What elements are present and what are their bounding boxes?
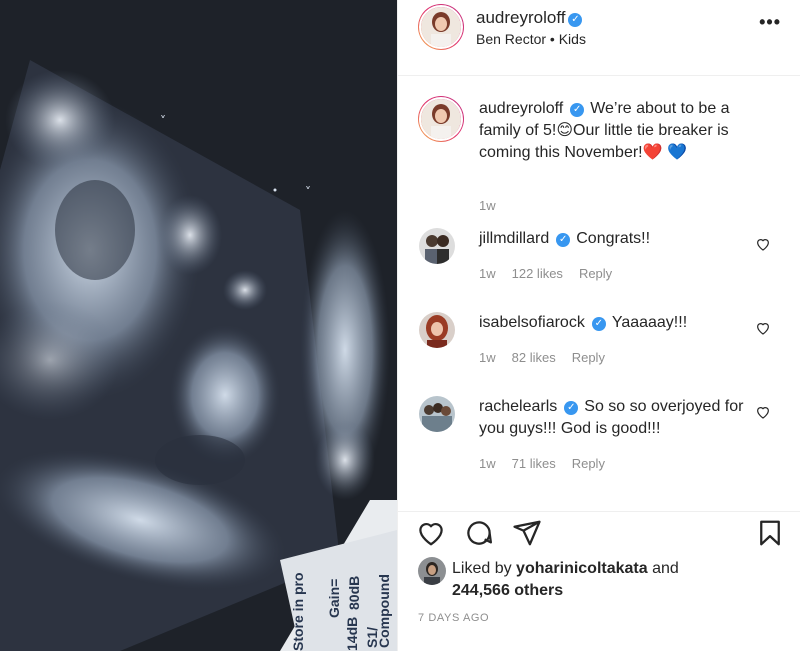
caption-author[interactable]: audreyroloff xyxy=(479,100,563,117)
post-author-username[interactable]: audreyroloff ✓ xyxy=(476,8,583,28)
comment-text: Yaaaaay!!! xyxy=(611,314,688,331)
comment-avatar[interactable] xyxy=(419,312,455,348)
comment-like-heart-icon[interactable] xyxy=(755,320,771,336)
liked-by-user[interactable]: yoharinicoltakata xyxy=(516,560,648,577)
caption-avatar-ring[interactable] xyxy=(418,96,464,142)
post-details-panel: audreyroloff ✓ Ben Rector • Kids ••• audr… xyxy=(397,0,800,651)
ultrasound-label-store: Store in pro xyxy=(290,572,306,651)
comment-author[interactable]: jillmdillard xyxy=(479,230,549,247)
comment-likes[interactable]: 82 likes xyxy=(512,350,556,365)
comment-avatar[interactable] xyxy=(419,396,455,432)
comment-avatar[interactable] xyxy=(419,228,455,264)
svg-text:˅: ˅ xyxy=(160,114,166,128)
more-options-icon[interactable]: ••• xyxy=(759,12,781,33)
share-icon[interactable] xyxy=(512,518,542,548)
comment-author[interactable]: rachelearls xyxy=(479,398,557,415)
comment-reply-button[interactable]: Reply xyxy=(572,456,605,471)
caption-text-block: audreyroloff ✓ We’re about to be a family … xyxy=(479,98,769,164)
author-avatar xyxy=(421,7,461,47)
ultrasound-label-s1: S1/ xyxy=(364,626,380,648)
caption-time[interactable]: 1w xyxy=(479,198,496,213)
comment-likes[interactable]: 122 likes xyxy=(512,266,563,281)
post-author-name[interactable]: audreyroloff xyxy=(476,8,565,27)
post-audio-subtitle[interactable]: Ben Rector • Kids xyxy=(476,31,586,47)
svg-text:˅: ˅ xyxy=(305,185,311,199)
caption-meta: 1w xyxy=(479,198,512,213)
comment-text-block: rachelearls ✓ So so so overjoyed for you g… xyxy=(479,396,749,440)
liked-by-conjunction: and xyxy=(652,560,679,577)
comment-reply-button[interactable]: Reply xyxy=(579,266,612,281)
comment-text-block: isabelsofiarock ✓ Yaaaaay!!! xyxy=(479,312,759,334)
comment-like-heart-icon[interactable] xyxy=(755,404,771,420)
comment-text-block: jillmdillard ✓ Congrats!! xyxy=(479,228,759,250)
verified-badge-icon: ✓ xyxy=(556,233,571,247)
heart-icon[interactable] xyxy=(416,518,446,548)
ultrasound-image: ˅ ˅ xyxy=(0,0,397,651)
comment-like-heart-icon[interactable] xyxy=(755,236,771,252)
comment-time[interactable]: 1w xyxy=(479,266,496,281)
comment-item: jillmdillard ✓ Congrats!! 1w 122 likes Reply xyxy=(398,222,800,292)
comment-meta: 1w 82 likes Reply xyxy=(479,350,621,365)
ultrasound-label-gain: Gain= xyxy=(326,578,342,618)
comments-section: audreyroloff ✓ We’re about to be a family … xyxy=(398,76,800,511)
liked-by-avatar[interactable] xyxy=(418,557,446,585)
comment-meta: 1w 71 likes Reply xyxy=(479,456,621,471)
comment-item: isabelsofiarock ✓ Yaaaaay!!! 1w 82 likes Rep… xyxy=(398,306,800,376)
post-header: audreyroloff ✓ Ben Rector • Kids ••• xyxy=(398,0,800,76)
liked-by-text: Liked by yoharinicoltakata and 244,566 o… xyxy=(452,558,679,602)
comment-time[interactable]: 1w xyxy=(479,456,496,471)
post-media-ultrasound[interactable]: ˅ ˅ Compound 80dB S1/ Gain= 14dB Store i… xyxy=(0,0,397,651)
comment-icon[interactable] xyxy=(464,518,494,548)
liked-by-prefix: Liked by xyxy=(452,560,512,577)
verified-badge-icon: ✓ xyxy=(564,401,579,415)
verified-badge-icon: ✓ xyxy=(570,103,585,117)
verified-badge-icon: ✓ xyxy=(591,317,606,331)
liked-by-others[interactable]: 244,566 others xyxy=(452,582,563,599)
comment-item: rachelearls ✓ So so so overjoyed for you g… xyxy=(398,390,800,490)
post-actions: Liked by yoharinicoltakata and 244,566 o… xyxy=(398,511,800,651)
bookmark-icon[interactable] xyxy=(755,518,785,548)
caption-avatar xyxy=(421,99,461,139)
comment-reply-button[interactable]: Reply xyxy=(572,350,605,365)
ultrasound-label-db1: 80dB xyxy=(346,575,362,610)
comment-meta: 1w 122 likes Reply xyxy=(479,266,628,281)
author-avatar-ring[interactable] xyxy=(418,4,464,50)
comment-text: Congrats!! xyxy=(576,230,651,247)
ultrasound-label-db2: 14dB xyxy=(344,616,360,651)
caption: audreyroloff ✓ We’re about to be a family … xyxy=(398,94,800,213)
verified-badge-icon: ✓ xyxy=(568,13,583,27)
comment-time[interactable]: 1w xyxy=(479,350,496,365)
post-timestamp[interactable]: 7 DAYS AGO xyxy=(418,612,489,624)
comment-author[interactable]: isabelsofiarock xyxy=(479,314,585,331)
comment-likes[interactable]: 71 likes xyxy=(512,456,556,471)
